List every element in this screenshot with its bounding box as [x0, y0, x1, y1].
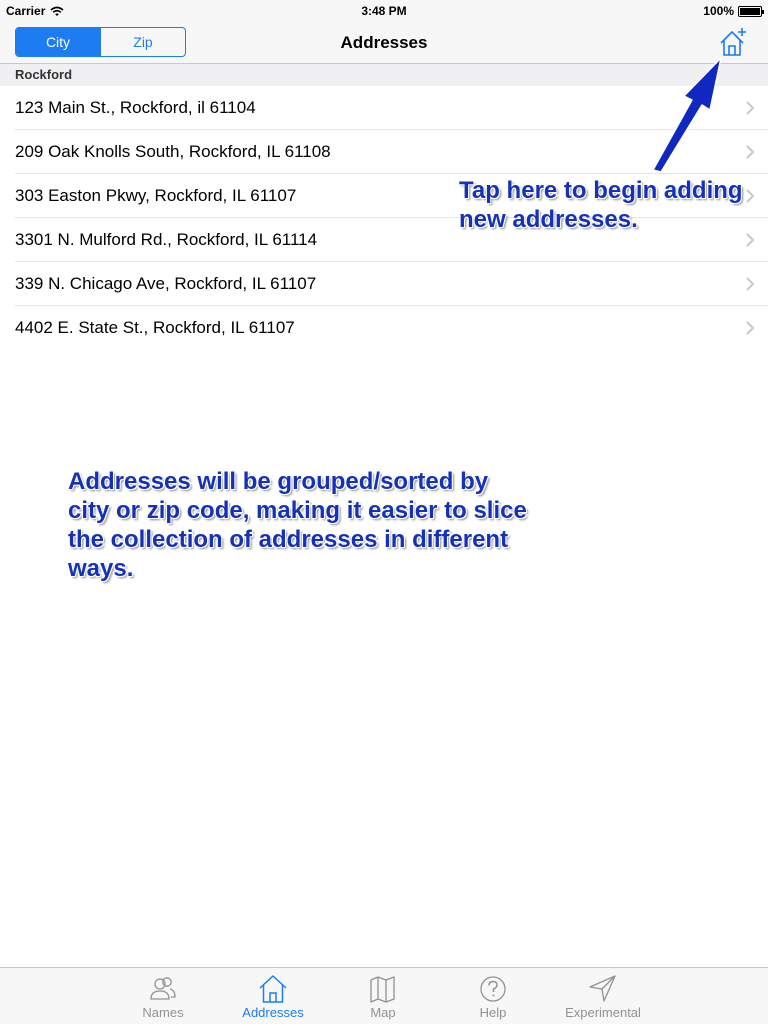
chevron-right-icon: [746, 145, 754, 159]
tab-label: Map: [370, 1005, 396, 1020]
annotation-line: new addresses.: [459, 206, 638, 233]
annotation-line: the collection of addresses in different: [68, 526, 509, 553]
address-text: 3301 N. Mulford Rd., Rockford, IL 61114: [15, 230, 318, 249]
annotation-line: Addresses will be grouped/sorted by: [68, 468, 489, 495]
address-text: 339 N. Chicago Ave, Rockford, IL 61107: [15, 274, 317, 293]
status-bar: Carrier 3:48 PM 100%: [0, 0, 768, 22]
address-row[interactable]: 4402 E. State St., Rockford, IL 61107: [0, 306, 768, 350]
paper-plane-icon: [589, 975, 616, 1002]
tab-label: Help: [479, 1005, 507, 1020]
grouping-annotation: Addresses will be grouped/sorted by city…: [68, 467, 538, 583]
question-icon: [480, 976, 506, 1002]
tab-addresses[interactable]: Addresses: [218, 968, 328, 1024]
segment-zip[interactable]: Zip: [100, 28, 185, 56]
tab-label: Addresses: [242, 1005, 304, 1020]
battery-icon: [738, 5, 764, 17]
annotation-line: ways.: [68, 555, 134, 582]
tab-experimental[interactable]: Experimental: [548, 968, 658, 1024]
add-address-annotation: Tap here to begin adding new addresses.: [459, 176, 759, 234]
address-text: 303 Easton Pkwy, Rockford, IL 61107: [15, 186, 297, 205]
app-screen: Carrier 3:48 PM 100% City Zip Addresses: [0, 0, 768, 1024]
address-row[interactable]: 339 N. Chicago Ave, Rockford, IL 61107: [0, 262, 768, 306]
tab-bar: Names Addresses Map Help Experimental: [0, 967, 768, 1024]
tab-names[interactable]: Names: [108, 968, 218, 1024]
people-icon: [150, 977, 176, 1000]
annotation-line: city or zip code, making it easier to sl…: [68, 497, 527, 524]
tab-label: Names: [142, 1005, 184, 1020]
status-time: 3:48 PM: [361, 4, 407, 18]
map-icon: [370, 976, 395, 1003]
chevron-right-icon: [746, 233, 754, 247]
battery-percent: 100%: [703, 4, 734, 18]
chevron-right-icon: [746, 101, 754, 115]
tab-help[interactable]: Help: [438, 968, 548, 1024]
chevron-right-icon: [746, 321, 754, 335]
chevron-right-icon: [746, 277, 754, 291]
city-zip-segmented-control[interactable]: City Zip: [15, 27, 186, 57]
callout-arrow-icon: [652, 57, 722, 172]
address-text: 4402 E. State St., Rockford, IL 61107: [15, 318, 295, 337]
house-icon: [259, 975, 287, 1003]
tab-label: Experimental: [565, 1005, 641, 1020]
address-text: 123 Main St., Rockford, il 61104: [15, 98, 256, 117]
segment-city[interactable]: City: [16, 28, 100, 56]
annotation-line: Tap here to begin adding: [459, 177, 743, 204]
address-text: 209 Oak Knolls South, Rockford, IL 61108: [15, 142, 331, 161]
tab-map[interactable]: Map: [328, 968, 438, 1024]
status-right: 100%: [703, 4, 764, 18]
